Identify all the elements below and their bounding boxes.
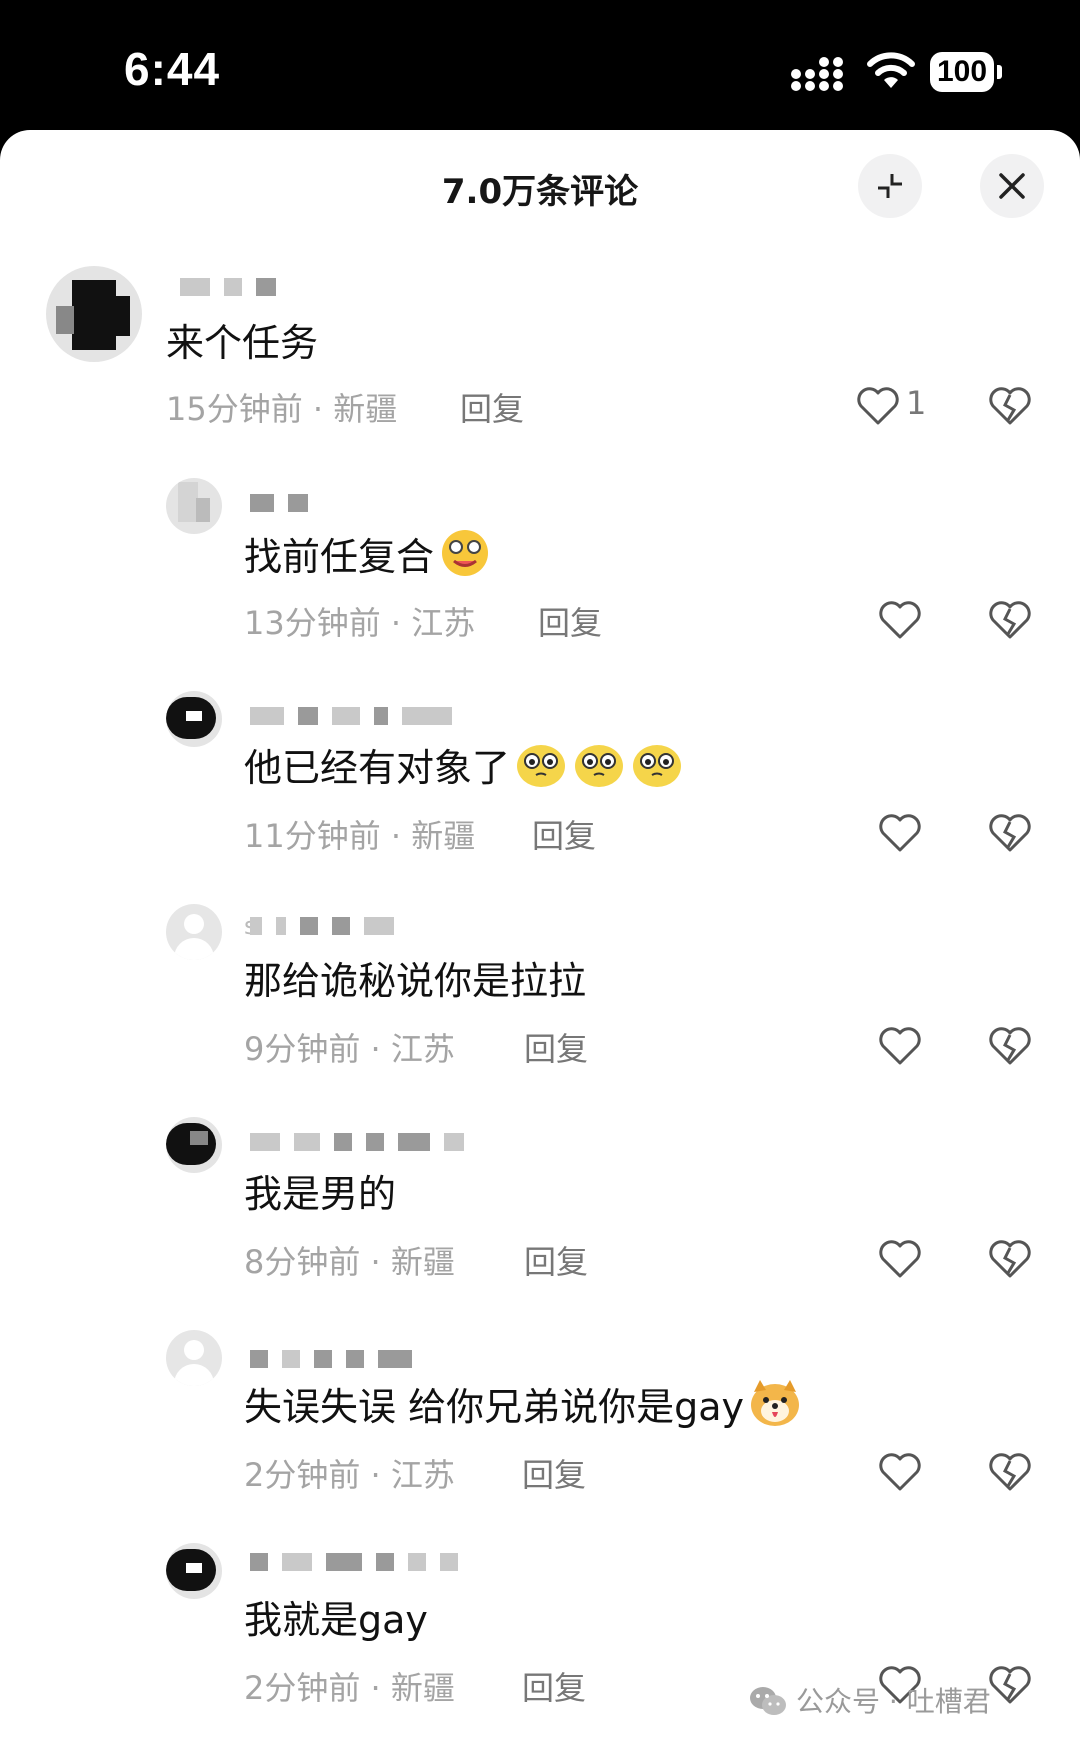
status-time: 6:44 (124, 43, 221, 95)
avatar[interactable] (166, 904, 222, 960)
reply-button[interactable]: 回复 (460, 384, 524, 430)
reply-button[interactable]: 回复 (538, 598, 602, 644)
broken-heart-icon[interactable] (988, 600, 1032, 640)
reply-button[interactable]: 回复 (524, 1024, 588, 1070)
comment-time-location: 11分钟前 · 新疆 (244, 817, 476, 855)
heart-icon[interactable] (878, 1026, 922, 1066)
comment-item: 我是男的 8分钟前 · 新疆 回复 (0, 1091, 1080, 1301)
broken-heart-icon[interactable] (988, 1665, 1032, 1705)
comment-text: 我是男的 (244, 1172, 397, 1216)
broken-heart-icon[interactable] (988, 1239, 1032, 1279)
pleading-emoji (514, 739, 568, 789)
comment-time-location: 2分钟前 · 新疆 (244, 1669, 455, 1707)
avatar[interactable] (166, 1543, 222, 1599)
pleading-emoji (572, 739, 626, 789)
reply-button[interactable]: 回复 (522, 1450, 586, 1496)
battery-icon: 100 (930, 52, 1002, 92)
comment-item: s 那给诡秘说你是拉拉 9分钟前 · 江苏 回复 (0, 878, 1080, 1088)
collapse-button[interactable] (858, 154, 922, 218)
comment-text: 我就是gay (244, 1598, 428, 1642)
like-count: 1 (906, 384, 927, 422)
close-icon (999, 173, 1025, 199)
username-blurred[interactable] (250, 705, 466, 727)
comment-text: 来个任务 (166, 321, 319, 365)
comment-time-location: 9分钟前 · 江苏 (244, 1030, 455, 1068)
avatar[interactable] (166, 1117, 222, 1173)
comment-text: 他已经有对象了 (244, 737, 684, 792)
comments-sheet: 7.0万条评论 来个任务 15分钟前 · 新疆 回复 1 找前任复合 13分钟前… (0, 130, 1080, 1752)
comment-text: 那给诡秘说你是拉拉 (244, 959, 587, 1003)
wechat-icon (750, 1687, 786, 1715)
collapse-icon (878, 174, 902, 198)
heart-icon[interactable] (878, 1452, 922, 1492)
heart-icon[interactable] (856, 386, 900, 426)
comment-item: 来个任务 15分钟前 · 新疆 回复 1 (0, 240, 1080, 450)
broken-heart-icon[interactable] (988, 386, 1032, 426)
username-blurred[interactable] (250, 1348, 426, 1370)
broken-heart-icon[interactable] (988, 1026, 1032, 1066)
avatar[interactable] (166, 691, 222, 747)
comment-time-location: 2分钟前 · 江苏 (244, 1456, 455, 1494)
comment-time-location: 8分钟前 · 新疆 (244, 1243, 455, 1281)
battery-level: 100 (930, 52, 994, 92)
broken-heart-icon[interactable] (988, 1452, 1032, 1492)
comment-text: 找前任复合 (244, 526, 492, 581)
comment-time-location: 15分钟前 · 新疆 (166, 390, 398, 428)
watermark: 公众号 · 吐槽君 (748, 1680, 991, 1720)
reply-button[interactable]: 回复 (524, 1237, 588, 1283)
avatar[interactable] (46, 266, 142, 362)
heart-icon[interactable] (878, 1239, 922, 1279)
username-blurred[interactable] (250, 492, 322, 514)
comment-item: 找前任复合 13分钟前 · 江苏 回复 (0, 452, 1080, 662)
watermark-text: 公众号 · 吐槽君 (796, 1685, 991, 1718)
avatar[interactable] (166, 478, 222, 534)
doge-emoji (748, 1378, 802, 1428)
username-blurred[interactable] (250, 1551, 472, 1573)
username-blurred[interactable]: s (244, 912, 408, 940)
comment-text: 失误失误 给你兄弟说你是gay (244, 1376, 802, 1431)
username-blurred[interactable] (180, 276, 290, 298)
cellular-signal-icon (791, 57, 843, 91)
heart-icon[interactable] (878, 600, 922, 640)
comment-time-location: 13分钟前 · 江苏 (244, 604, 476, 642)
broken-heart-icon[interactable] (988, 813, 1032, 853)
wifi-icon (867, 52, 915, 88)
starry-eyes-emoji (438, 528, 492, 578)
pleading-emoji (630, 739, 684, 789)
username-blurred[interactable] (250, 1131, 478, 1153)
reply-button[interactable]: 回复 (532, 811, 596, 857)
comment-item: 失误失误 给你兄弟说你是gay 2分钟前 · 江苏 回复 (0, 1304, 1080, 1514)
status-bar: 6:44 100 (0, 0, 1080, 130)
avatar[interactable] (166, 1330, 222, 1386)
comment-item: 他已经有对象了 11分钟前 · 新疆 回复 (0, 665, 1080, 875)
close-button[interactable] (980, 154, 1044, 218)
reply-button[interactable]: 回复 (522, 1663, 586, 1709)
heart-icon[interactable] (878, 813, 922, 853)
